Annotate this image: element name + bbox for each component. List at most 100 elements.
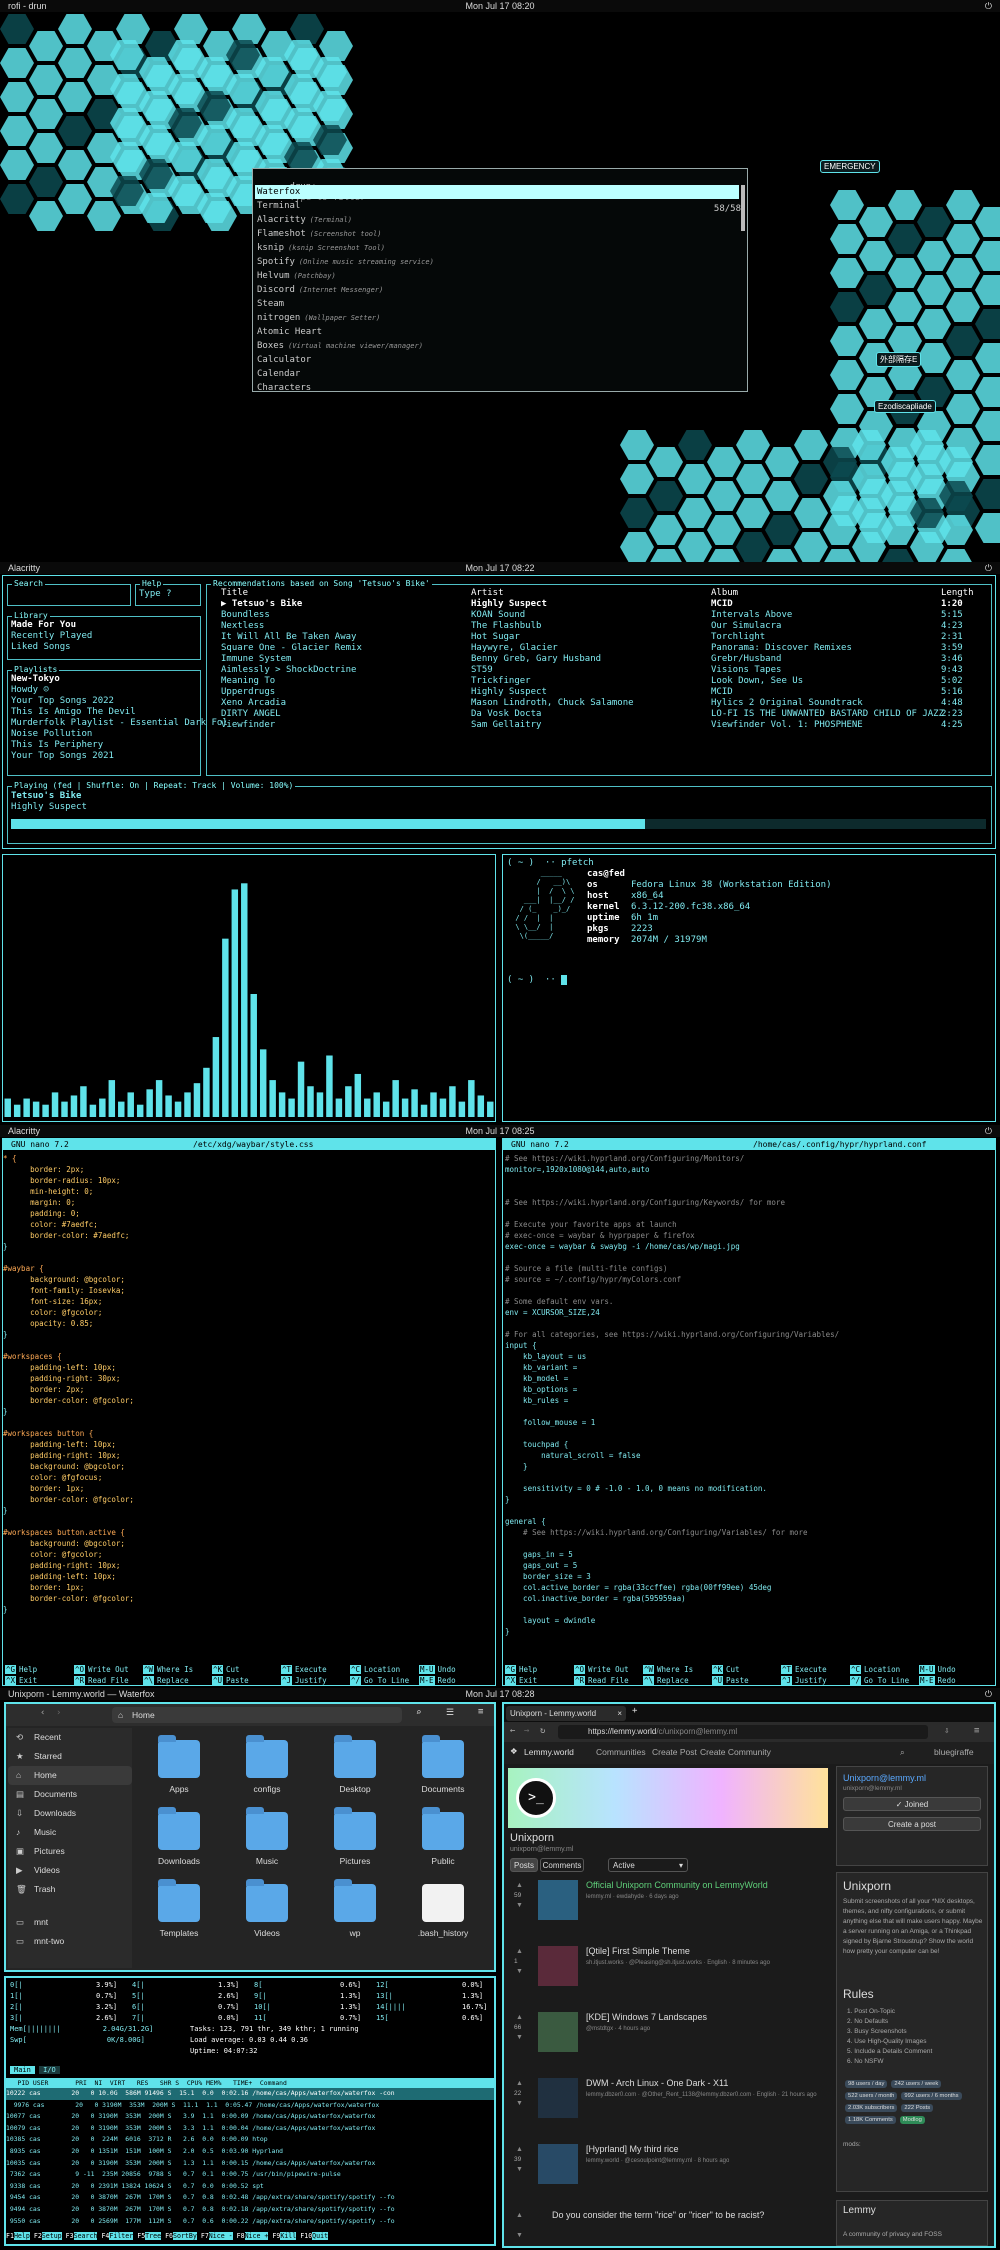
browser-tab[interactable]: Unixporn - Lemmy.world × bbox=[506, 1706, 626, 1721]
nano-shortcut[interactable]: ^G Help bbox=[5, 1665, 37, 1674]
upvote-icon[interactable]: ▲ bbox=[516, 2014, 523, 2021]
function-key[interactable]: F5Tree bbox=[137, 2232, 162, 2240]
nano-shortcut[interactable]: ^W Where Is bbox=[643, 1665, 693, 1674]
playlist-item[interactable]: Your Top Songs 2021 bbox=[11, 751, 228, 762]
table-row[interactable]: Square One - Glacier Remix Haywyre, Glaci… bbox=[221, 643, 991, 654]
path-bar[interactable]: ⌂ Home bbox=[112, 1707, 402, 1723]
sidebar-item[interactable]: 🗑 Trash bbox=[8, 1880, 132, 1899]
playlist-item[interactable]: Howdy ☺ bbox=[11, 685, 228, 696]
nano-shortcut[interactable]: ^J Justify bbox=[781, 1676, 827, 1685]
nano-shortcut[interactable]: ^X Exit bbox=[5, 1676, 37, 1685]
table-row[interactable]: ▶ Tetsuo's Bike Highly Suspect MCID 1:20 bbox=[221, 599, 991, 610]
process-row[interactable]: 8935 cas 20 0 1351M 151M 100M S 2.0 0.5 … bbox=[6, 2146, 494, 2158]
post-item[interactable]: ▲ 39 ▼ [Hyprland] My third rice lemmy.world … bbox=[512, 2144, 852, 2210]
rofi-item[interactable]: Calculator bbox=[255, 353, 739, 367]
folder-icon[interactable] bbox=[334, 1735, 376, 1778]
nano-shortcut[interactable]: ^R Read File bbox=[74, 1676, 129, 1685]
folder-icon[interactable] bbox=[246, 1807, 288, 1850]
menu-icon[interactable]: ≡ bbox=[974, 1726, 979, 1736]
sidebar-item[interactable]: ▭ mnt-two bbox=[8, 1932, 132, 1951]
folder-icon[interactable] bbox=[422, 1735, 464, 1778]
sidebar-item[interactable]: ⌂ Home bbox=[8, 1766, 132, 1785]
post-item[interactable]: ▲ 1 ▼ [Qtile] First Simple Theme sh.itjust.w… bbox=[512, 1946, 852, 2012]
function-key[interactable]: F9Kill bbox=[272, 2232, 297, 2240]
rofi-item[interactable]: Waterfox bbox=[255, 185, 739, 199]
post-thumbnail[interactable] bbox=[538, 1880, 578, 1920]
upvote-icon[interactable]: ▲ bbox=[516, 2146, 523, 2153]
process-row[interactable]: 10077 cas 20 0 3190M 353M 200M S 3.9 1.1… bbox=[6, 2111, 494, 2123]
playlist-item[interactable]: Murderfolk Playlist - Essential Dark Fol bbox=[11, 718, 228, 729]
forward-icon[interactable]: › bbox=[56, 1708, 61, 1718]
code-area[interactable]: # See https://wiki.hyprland.org/Configur… bbox=[503, 1153, 993, 1637]
table-row[interactable]: Immune System Benny Greb, Gary Husband Gre… bbox=[221, 654, 991, 665]
nano-shortcut[interactable]: M-E Redo bbox=[419, 1676, 456, 1685]
nano-shortcut[interactable]: ^X Exit bbox=[505, 1676, 537, 1685]
nano-shortcut[interactable]: ^W Where Is bbox=[143, 1665, 193, 1674]
post-title[interactable]: Do you consider the term "rice" or "rice… bbox=[552, 2210, 764, 2220]
folder-icon[interactable] bbox=[334, 1879, 376, 1922]
downvote-icon[interactable]: ▼ bbox=[516, 1968, 523, 1975]
post-thumbnail[interactable] bbox=[538, 2078, 578, 2118]
power-icon[interactable]: ⏻ bbox=[985, 562, 992, 574]
process-row[interactable]: 9976 cas 20 0 3190M 353M 200M S 11.1 1.1… bbox=[6, 2100, 494, 2112]
nano-shortcut[interactable]: M-U Undo bbox=[419, 1665, 456, 1674]
function-key[interactable]: F6SortBy bbox=[165, 2232, 197, 2240]
upvote-icon[interactable]: ▲ bbox=[516, 2212, 523, 2219]
function-key[interactable]: F2Setup bbox=[34, 2232, 62, 2240]
rofi-item[interactable]: Calendar bbox=[255, 367, 739, 381]
close-tab-icon[interactable]: × bbox=[617, 1706, 622, 1721]
upvote-icon[interactable]: ▲ bbox=[516, 1948, 523, 1955]
rofi-item[interactable]: Discord (Internet Messenger) bbox=[255, 283, 739, 297]
reload-icon[interactable]: ↻ bbox=[540, 1726, 545, 1736]
post-thumbnail[interactable] bbox=[538, 2144, 578, 2184]
rofi-item[interactable]: Characters bbox=[255, 381, 739, 395]
back-icon[interactable]: ← bbox=[510, 1726, 515, 1736]
rofi-item[interactable]: Alacritty (Terminal) bbox=[255, 213, 739, 227]
search-box[interactable]: Search bbox=[7, 579, 131, 606]
nav-create-community[interactable]: Create Community bbox=[700, 1747, 771, 1757]
folder-icon[interactable] bbox=[334, 1807, 376, 1850]
create-post-button[interactable]: Create a post bbox=[843, 1817, 981, 1831]
sidebar-item[interactable]: ▤ Documents bbox=[8, 1785, 132, 1804]
process-row[interactable]: 10035 cas 20 0 3190M 353M 200M S 1.3 1.1… bbox=[6, 2158, 494, 2170]
downvote-icon[interactable]: ▼ bbox=[516, 2232, 523, 2239]
power-icon[interactable]: ⏻ bbox=[985, 1688, 992, 1700]
function-key[interactable]: F3Search bbox=[66, 2232, 98, 2240]
nano-shortcut[interactable]: ^K Cut bbox=[712, 1665, 740, 1674]
process-row[interactable]: 9550 cas 20 0 2569M 177M 112M S 0.7 0.6 … bbox=[6, 2216, 494, 2228]
library-item[interactable]: Made For You bbox=[11, 620, 92, 631]
download-icon[interactable]: ⇩ bbox=[944, 1726, 949, 1736]
nano-shortcut[interactable]: ^T Execute bbox=[781, 1665, 827, 1674]
downvote-icon[interactable]: ▼ bbox=[516, 1902, 523, 1909]
post-title[interactable]: [Qtile] First Simple Theme bbox=[586, 1946, 690, 1956]
post-title[interactable]: Official Unixporn Community on LemmyWorl… bbox=[586, 1880, 768, 1890]
playlist-item[interactable]: This Is Periphery bbox=[11, 740, 228, 751]
table-row[interactable]: DIRTY ANGEL Da Vosk Docta LO-FI IS THE UNW… bbox=[221, 709, 991, 720]
table-row[interactable]: Aimlessly > ShockDoctrine ST59 Visions Tap… bbox=[221, 665, 991, 676]
post-item[interactable]: ▲ ▼ Do you consider the term "rice" or "ri… bbox=[512, 2210, 852, 2250]
nano-shortcut[interactable]: ^/Go To Line bbox=[350, 1676, 409, 1685]
rofi-item[interactable]: Helvum (Patchbay) bbox=[255, 269, 739, 283]
tab-io[interactable]: I/O bbox=[39, 2066, 60, 2074]
rofi-item[interactable]: Atomic Heart bbox=[255, 325, 739, 339]
playlist-item[interactable]: Noise Pollution bbox=[11, 729, 228, 740]
post-title[interactable]: [Hyprland] My third rice bbox=[586, 2144, 679, 2154]
modlog-button[interactable]: Modlog bbox=[899, 2116, 925, 2124]
nano-shortcut[interactable]: M-U Undo bbox=[919, 1665, 956, 1674]
rofi-item[interactable]: Spotify (Online music streaming service) bbox=[255, 255, 739, 269]
rofi-item[interactable]: Boxes (Virtual machine viewer/manager) bbox=[255, 339, 739, 353]
forward-icon[interactable]: → bbox=[524, 1726, 529, 1736]
power-icon[interactable]: ⏻ bbox=[985, 0, 992, 12]
nano-shortcut[interactable]: M-E Redo bbox=[919, 1676, 956, 1685]
rofi-item[interactable]: nitrogen (Wallpaper Setter) bbox=[255, 311, 739, 325]
process-row[interactable]: 10222 cas 20 0 10.0G 586M 91496 S 15.1 0… bbox=[6, 2088, 494, 2100]
back-icon[interactable]: ‹ bbox=[40, 1708, 45, 1718]
sort-select[interactable]: Active ▾ bbox=[608, 1858, 688, 1872]
folder-icon[interactable] bbox=[158, 1735, 200, 1778]
site-name[interactable]: Lemmy.world bbox=[524, 1747, 574, 1757]
nano-shortcut[interactable]: ^O Write Out bbox=[74, 1665, 129, 1674]
view-icon[interactable]: ☰ bbox=[446, 1708, 454, 1718]
function-key[interactable]: F1Help bbox=[6, 2232, 30, 2240]
table-row[interactable]: Xeno Arcadia Mason Lindroth, Chuck Salamo… bbox=[221, 698, 991, 709]
sidebar-item[interactable]: ▭ mnt bbox=[8, 1913, 132, 1932]
